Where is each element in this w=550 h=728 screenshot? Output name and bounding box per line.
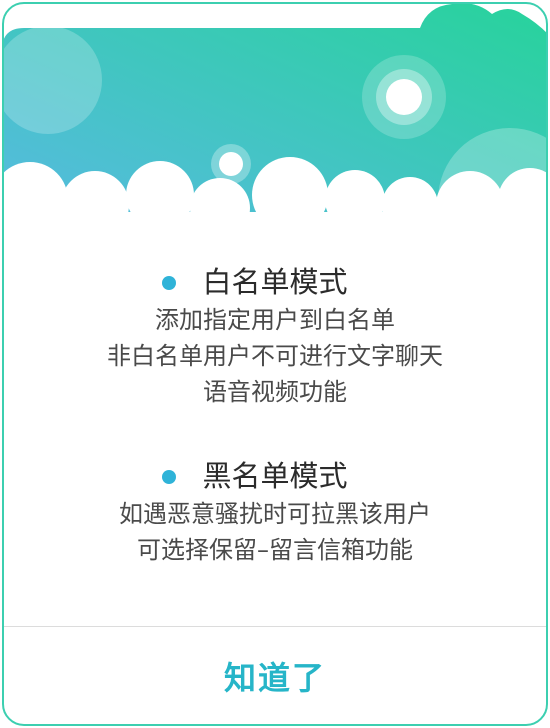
- whitelist-title: 白名单模式: [202, 265, 348, 299]
- whitelist-line-3: 语音视频功能: [203, 378, 347, 406]
- whitelist-title-row: 白名单模式: [162, 262, 348, 302]
- bullet-dot-icon: [162, 276, 177, 290]
- bullet-dot-icon: [162, 470, 177, 484]
- got-it-button[interactable]: 知道了: [4, 627, 546, 724]
- blacklist-section: 黑名单模式 如遇恶意骚扰时可拉黑该用户 可选择保留–留言信箱功能: [0, 456, 550, 568]
- glow-core: [386, 79, 422, 115]
- whitelist-line-2: 非白名单用户不可进行文字聊天: [107, 342, 443, 370]
- mode-info-dialog: 白名单模式 添加指定用户到白名单 非白名单用户不可进行文字聊天 语音视频功能 黑…: [0, 0, 550, 728]
- header-cloud-illustration: [0, 3, 550, 240]
- blacklist-line-1: 如遇恶意骚扰时可拉黑该用户: [119, 500, 431, 528]
- small-bubble-core: [219, 152, 243, 176]
- blacklist-line-2: 可选择保留–留言信箱功能: [137, 536, 413, 564]
- blacklist-title-row: 黑名单模式: [162, 456, 348, 496]
- whitelist-line-1: 添加指定用户到白名单: [155, 306, 395, 334]
- whitelist-section: 白名单模式 添加指定用户到白名单 非白名单用户不可进行文字聊天 语音视频功能: [0, 262, 550, 410]
- blacklist-title: 黑名单模式: [202, 459, 348, 493]
